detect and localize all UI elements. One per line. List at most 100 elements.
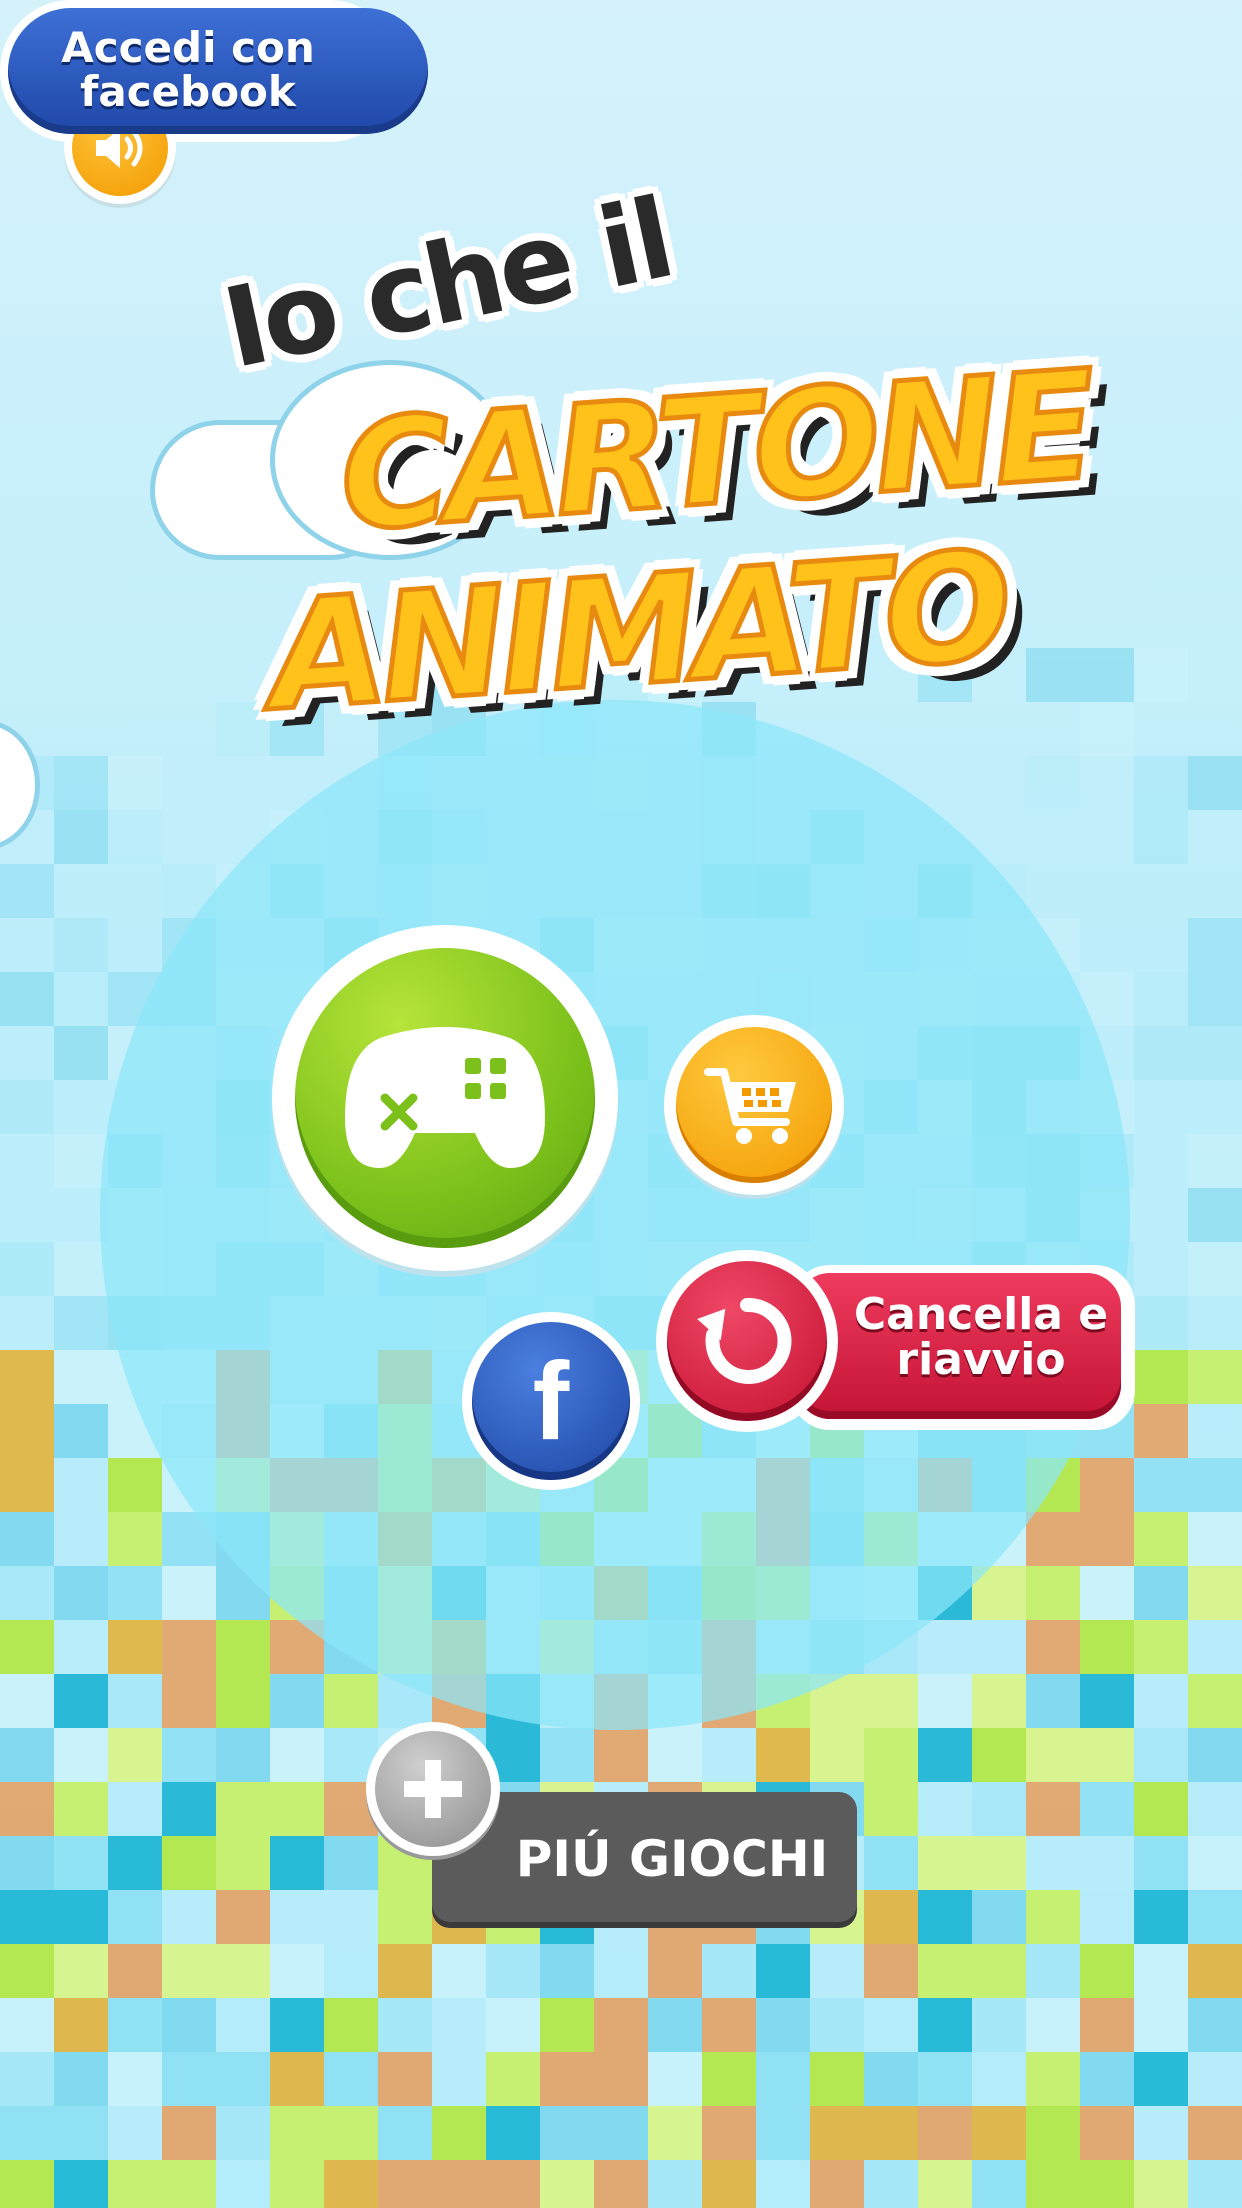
- mosaic-tile: [0, 1566, 54, 1620]
- mosaic-tile: [216, 2052, 270, 2106]
- mosaic-tile: [1080, 1566, 1134, 1620]
- shop-button[interactable]: [664, 1015, 844, 1195]
- mosaic-tile: [162, 2052, 216, 2106]
- mosaic-tile: [594, 1728, 648, 1782]
- mosaic-tile: [1188, 1512, 1242, 1566]
- mosaic-tile: [918, 1890, 972, 1944]
- mosaic-tile: [1188, 918, 1242, 972]
- mosaic-tile: [108, 1836, 162, 1890]
- mosaic-tile: [1026, 2052, 1080, 2106]
- mosaic-tile: [108, 1944, 162, 1998]
- facebook-login-button[interactable]: Accedi con facebook: [0, 0, 428, 142]
- mosaic-tile: [972, 2160, 1026, 2208]
- mosaic-tile: [0, 1080, 54, 1134]
- mosaic-tile: [54, 1404, 108, 1458]
- mosaic-tile: [486, 2106, 540, 2160]
- mosaic-tile: [216, 2106, 270, 2160]
- mosaic-tile: [1188, 1620, 1242, 1674]
- mosaic-tile: [324, 2160, 378, 2208]
- mosaic-tile: [540, 1998, 594, 2052]
- mosaic-tile: [54, 1026, 108, 1080]
- mosaic-tile: [0, 1404, 54, 1458]
- mosaic-tile: [1080, 1782, 1134, 1836]
- facebook-button-label: Accedi con facebook: [61, 23, 315, 117]
- restart-icon: [667, 1261, 827, 1421]
- play-button[interactable]: [272, 925, 618, 1271]
- mosaic-tile: [486, 1998, 540, 2052]
- mosaic-tile: [162, 2160, 216, 2208]
- mosaic-tile: [1080, 1458, 1134, 1512]
- mosaic-tile: [216, 1782, 270, 1836]
- mosaic-tile: [0, 1674, 54, 1728]
- mosaic-tile: [108, 756, 162, 810]
- mosaic-tile: [162, 1944, 216, 1998]
- mosaic-tile: [1134, 1512, 1188, 1566]
- mosaic-tile: [540, 1944, 594, 1998]
- mosaic-tile: [702, 1998, 756, 2052]
- mosaic-tile: [1026, 1836, 1080, 1890]
- mosaic-tile: [54, 1350, 108, 1404]
- reset-button-bar: Cancella e riavvio: [796, 1273, 1121, 1419]
- mosaic-tile: [270, 1998, 324, 2052]
- mosaic-tile: [918, 1674, 972, 1728]
- mosaic-tile: [0, 1890, 54, 1944]
- mosaic-tile: [918, 1620, 972, 1674]
- reset-button-label: Cancella e riavvio: [853, 1289, 1109, 1385]
- mosaic-tile: [540, 2106, 594, 2160]
- mosaic-tile: [1134, 1782, 1188, 1836]
- mosaic-tile: [810, 2052, 864, 2106]
- mosaic-tile: [1134, 1404, 1188, 1458]
- mosaic-tile: [270, 2160, 324, 2208]
- mosaic-tile: [432, 1998, 486, 2052]
- mosaic-tile: [108, 2160, 162, 2208]
- mosaic-tile: [1080, 702, 1134, 756]
- mosaic-tile: [0, 1458, 54, 1512]
- mosaic-tile: [1134, 1026, 1188, 1080]
- mosaic-tile: [1134, 1458, 1188, 1512]
- reset-button[interactable]: Cancella e riavvio: [790, 1265, 1135, 1430]
- mosaic-tile: [270, 2052, 324, 2106]
- reset-icon-button[interactable]: [656, 1250, 838, 1432]
- mosaic-tile: [864, 1836, 918, 1890]
- mosaic-tile: [1026, 1728, 1080, 1782]
- mosaic-tile: [378, 1890, 432, 1944]
- mosaic-tile: [1188, 1350, 1242, 1404]
- mosaic-tile: [108, 2106, 162, 2160]
- mosaic-tile: [1026, 1512, 1080, 1566]
- mosaic-tile: [162, 2106, 216, 2160]
- mosaic-tile: [864, 1728, 918, 1782]
- mosaic-tile: [0, 972, 54, 1026]
- mosaic-tile: [1188, 1026, 1242, 1080]
- mosaic-tile: [0, 864, 54, 918]
- mosaic-tile: [0, 1242, 54, 1296]
- mosaic-tile: [270, 1728, 324, 1782]
- mosaic-tile: [108, 2052, 162, 2106]
- mosaic-tile: [864, 1890, 918, 1944]
- mosaic-tile: [594, 2160, 648, 2208]
- mosaic-tile: [54, 1296, 108, 1350]
- mosaic-tile: [1188, 1296, 1242, 1350]
- mosaic-tile: [1188, 1836, 1242, 1890]
- facebook-icon-button[interactable]: f: [462, 1312, 640, 1490]
- mosaic-tile: [378, 2160, 432, 2208]
- more-games-icon-button[interactable]: [366, 1722, 500, 1856]
- cloud-left: [0, 720, 40, 850]
- mosaic-tile: [1134, 972, 1188, 1026]
- mosaic-tile: [702, 2052, 756, 2106]
- mosaic-tile: [162, 1836, 216, 1890]
- mosaic-tile: [0, 1944, 54, 1998]
- mosaic-tile: [972, 1620, 1026, 1674]
- mosaic-tile: [1134, 1998, 1188, 2052]
- mosaic-tile: [486, 2160, 540, 2208]
- mosaic-tile: [324, 2052, 378, 2106]
- mosaic-tile: [216, 1674, 270, 1728]
- mosaic-tile: [324, 1836, 378, 1890]
- mosaic-tile: [648, 1728, 702, 1782]
- mosaic-tile: [1134, 1350, 1188, 1404]
- mosaic-tile: [648, 2052, 702, 2106]
- mosaic-tile: [432, 2106, 486, 2160]
- game-logo: Io che il CARTONE ANIMATO: [213, 174, 1098, 785]
- mosaic-tile: [54, 1512, 108, 1566]
- mosaic-tile: [162, 1674, 216, 1728]
- mosaic-tile: [702, 2106, 756, 2160]
